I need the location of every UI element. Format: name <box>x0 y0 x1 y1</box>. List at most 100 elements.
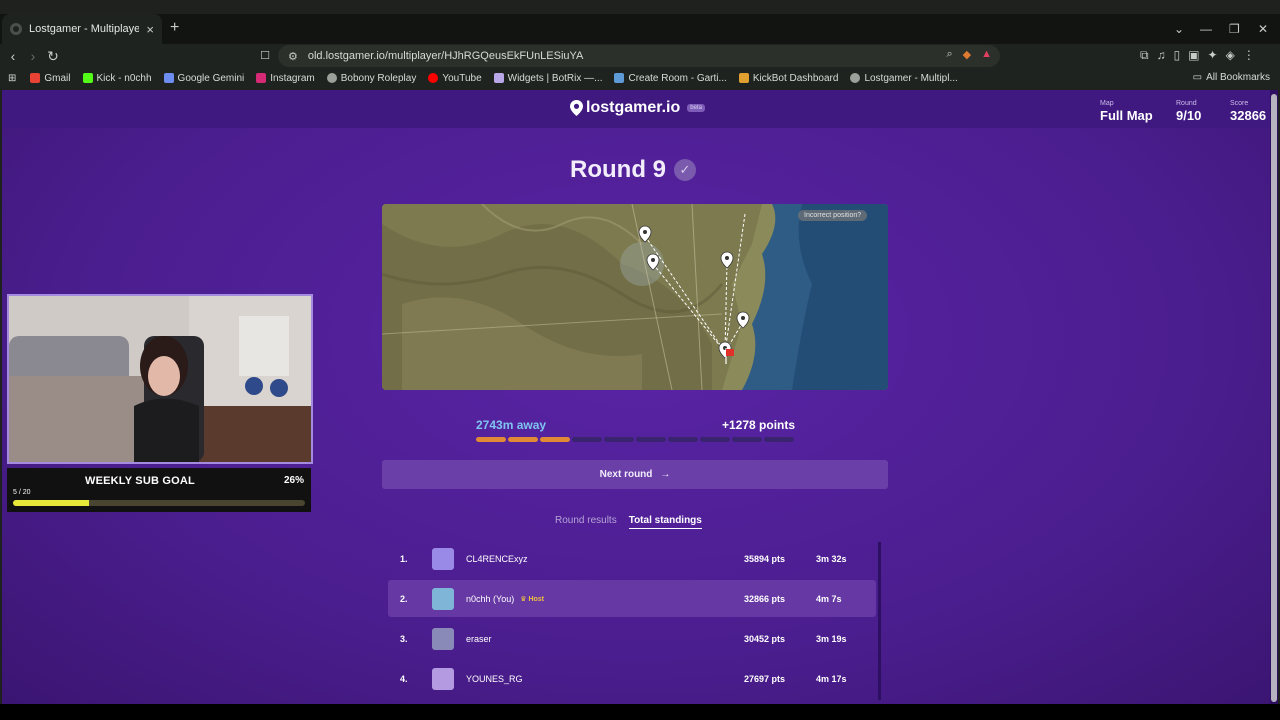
bookmark-kick[interactable]: Kick - n0chh <box>82 73 152 84</box>
standing-rank: 4. <box>400 673 408 684</box>
reload-icon[interactable]: ↻ <box>44 47 62 65</box>
media-icon[interactable]: ♫ <box>1157 48 1166 63</box>
player-name-wrap: eraser <box>466 634 492 644</box>
sub-goal-bar-fill <box>13 500 89 506</box>
sub-goal-count: 5 / 20 <box>13 489 31 496</box>
round-label: Round <box>1176 100 1197 107</box>
site-info-icon[interactable]: ⚙ <box>288 50 298 63</box>
webcam-overlay <box>7 294 313 464</box>
extension-triangle-icon[interactable]: ▲ <box>981 48 992 61</box>
player-avatar <box>432 547 454 570</box>
standing-row[interactable]: 2. n0chh (You) ♛ Host 32866 pts 4m 7s <box>388 580 876 617</box>
player-time: 4m 7s <box>816 593 842 604</box>
bookmark-star-icon[interactable]: ☐ <box>256 47 274 65</box>
gmail-icon <box>30 73 41 83</box>
bookmark-label: Create Room - Garti... <box>628 72 727 84</box>
new-tab-icon[interactable]: + <box>170 20 179 36</box>
kick-icon <box>82 73 93 83</box>
player-points: 30452 pts <box>744 633 786 644</box>
wallet-icon[interactable]: ▣ <box>1188 48 1199 63</box>
tab-search-icon[interactable]: ⌄ <box>1174 14 1184 44</box>
score-segment <box>700 437 730 442</box>
sub-goal-percent: 26% <box>283 475 304 486</box>
menu-icon[interactable]: ⋮ <box>1243 48 1255 63</box>
player-avatar <box>432 627 454 650</box>
results-tabs: Round results Total standings <box>555 515 702 529</box>
player-points: 35894 pts <box>744 553 786 564</box>
standing-rank: 2. <box>400 593 408 604</box>
maximize-icon[interactable]: ❐ <box>1229 14 1240 44</box>
bookmark-bobony[interactable]: Bobony Roleplay <box>326 72 417 84</box>
sub-goal-bar <box>13 500 305 506</box>
bookmark-label: Gmail <box>44 72 71 84</box>
extensions-icon[interactable]: ⧉ <box>1140 48 1149 63</box>
score-progress-bar <box>476 437 794 442</box>
check-icon: ✓ <box>674 159 696 181</box>
standing-rank: 3. <box>400 633 408 644</box>
folder-icon: ▭ <box>1192 72 1203 83</box>
beta-badge: beta <box>687 104 705 112</box>
result-map[interactable] <box>382 204 888 390</box>
standing-row[interactable]: 1. CL4RENCExyz 35894 pts 3m 32s <box>388 540 876 577</box>
bookmark-gemini[interactable]: Google Gemini <box>163 72 245 84</box>
tab-total-standings[interactable]: Total standings <box>628 515 702 529</box>
forward-icon[interactable]: › <box>24 47 42 65</box>
score-segment <box>508 437 538 442</box>
player-name: n0chh (You) <box>466 593 515 604</box>
map-value: Full Map <box>1100 108 1153 123</box>
shield-icon[interactable]: ◈ <box>1226 48 1235 63</box>
page-scrollbar[interactable] <box>1270 90 1278 704</box>
distance-away: 2743m away <box>476 418 547 432</box>
bookmark-youtube[interactable]: YouTube <box>428 72 482 84</box>
scrollbar-thumb[interactable] <box>1271 94 1277 702</box>
bookmark-label: Bobony Roleplay <box>340 72 417 84</box>
logo-text: lostgamer.io <box>586 99 681 116</box>
score-segment <box>764 437 794 442</box>
bookmark-instagram[interactable]: Instagram <box>256 73 315 84</box>
zoom-icon[interactable]: ⌕ <box>946 48 952 61</box>
standing-row[interactable]: 3. eraser 30452 pts 3m 19s <box>388 620 876 657</box>
score-segment <box>732 437 762 442</box>
sidepanel-icon[interactable]: ▯ <box>1174 48 1181 63</box>
incorrect-position-button[interactable]: Incorrect position? <box>798 210 868 221</box>
back-icon[interactable]: ‹ <box>4 47 22 65</box>
host-label: Host <box>528 595 545 603</box>
browser-window: Lostgamer - Multiplayer × + ⌄ — ❐ ✕ ‹ › … <box>0 0 1280 720</box>
apps-icon[interactable]: ⊞ <box>8 73 16 84</box>
minimize-icon[interactable]: — <box>1200 14 1212 44</box>
arrow-right-icon: → <box>660 469 671 480</box>
player-name-wrap: n0chh (You) ♛ Host <box>466 594 544 604</box>
score-value: 32866 <box>1230 108 1267 123</box>
bottom-border <box>0 704 1280 720</box>
round-title: Round 9 <box>570 156 666 183</box>
bookmark-create-room[interactable]: Create Room - Garti... <box>614 72 727 84</box>
lostgamer-logo[interactable]: lostgamer.io beta <box>570 99 705 117</box>
bookmark-lostgamer[interactable]: Lostgamer - Multipl... <box>850 73 958 84</box>
player-name-wrap: YOUNES_RG <box>466 674 523 684</box>
standings-scrollbar[interactable] <box>878 542 881 700</box>
close-tab-icon[interactable]: × <box>146 22 154 37</box>
address-bar[interactable]: ⚙ old.lostgamer.io/multiplayer/HJhRGQeus… <box>278 45 1000 67</box>
close-window-icon[interactable]: ✕ <box>1258 14 1268 44</box>
bookmark-kickbot[interactable]: KickBot Dashboard <box>738 72 839 84</box>
tab-round-results[interactable]: Round results <box>555 515 617 529</box>
next-round-button[interactable]: Next round → <box>382 460 888 489</box>
bookmark-botrix[interactable]: Widgets | BotRix —... <box>493 73 602 84</box>
standing-rank: 1. <box>400 553 408 564</box>
bookmark-label: KickBot Dashboard <box>752 72 839 84</box>
ai-icon[interactable]: ✦ <box>1208 48 1218 63</box>
player-time: 4m 17s <box>816 673 847 684</box>
bookmark-gmail[interactable]: Gmail <box>30 72 71 84</box>
tab-title: Lostgamer - Multiplayer <box>29 23 140 35</box>
browser-tab[interactable]: Lostgamer - Multiplayer × <box>2 14 162 44</box>
extension-shield-icon[interactable]: ◆ <box>963 48 971 61</box>
sub-goal-title: WEEKLY SUB GOAL <box>85 475 195 487</box>
bookmark-label: YouTube <box>442 72 482 84</box>
all-bookmarks[interactable]: ▭ All Bookmarks <box>1193 72 1270 83</box>
webcam-image <box>9 296 311 462</box>
map-pin-logo-icon <box>570 100 583 116</box>
bookmark-label: Google Gemini <box>177 72 245 84</box>
globe-icon <box>326 73 337 83</box>
standing-row[interactable]: 4. YOUNES_RG 27697 pts 4m 17s <box>388 660 876 697</box>
score-segment <box>476 437 506 442</box>
